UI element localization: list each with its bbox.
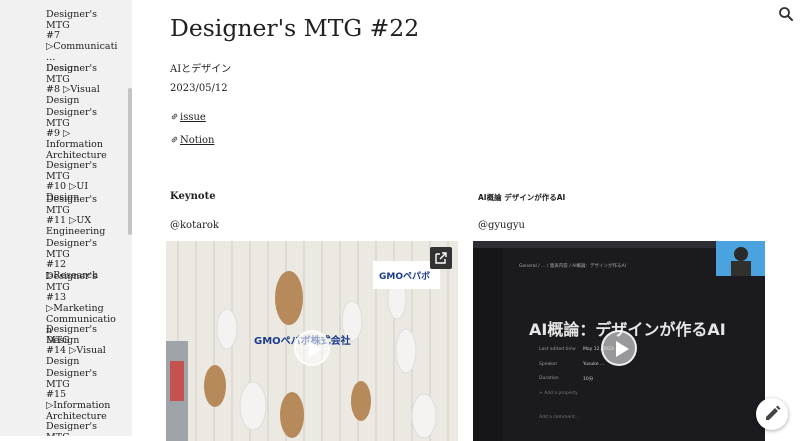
sidebar-item-mtg-8[interactable]: Designer's MTG #8 ▷Visual Design — [46, 63, 120, 107]
sidebar: Designer's MTG #7 ▷Communicati… Design D… — [0, 0, 132, 436]
page-subtitle: AIとデザイン — [170, 64, 232, 75]
page-title: Designer's MTG #22 — [170, 14, 420, 42]
play-icon[interactable] — [601, 330, 637, 366]
keynote-video[interactable]: GMOペパボ GMOペパボ株式会社 — [166, 241, 458, 441]
issue-link-row: issue — [170, 112, 206, 123]
gmo-logo: GMOペパボ — [379, 272, 430, 282]
sidebar-item-mtg-11[interactable]: Designer's MTG #11 ▷UX Engineering — [46, 194, 120, 238]
video-prop-value: Yusuke ... — [583, 362, 605, 367]
notion-link[interactable]: Notion — [180, 135, 214, 146]
video-breadcrumb: General / ... / 発表内容 / AI概論：デザインが作るAI — [519, 264, 626, 269]
ai-talk-heading: AI概論 デザインが作るAI — [478, 193, 566, 202]
sidebar-item-mtg-9[interactable]: Designer's MTG #9 ▷ Information Architec… — [46, 107, 120, 162]
sidebar-item-mtg-15[interactable]: Designer's MTG #15 ▷Information Architec… — [46, 368, 120, 423]
video-prop-label: Last edited time — [539, 347, 576, 352]
video-add-comment: Add a comment... — [539, 415, 580, 420]
search-icon[interactable] — [778, 6, 794, 22]
open-in-new-icon[interactable] — [430, 247, 452, 269]
play-icon[interactable] — [294, 330, 330, 366]
notion-link-row: Notion — [170, 135, 214, 146]
keynote-author: @kotarok — [170, 220, 219, 231]
video-add-property: + Add a property — [539, 391, 578, 396]
issue-link[interactable]: issue — [180, 112, 206, 123]
video-prop-value: 10分 — [583, 377, 594, 382]
ai-talk-author: @gyugyu — [478, 220, 525, 231]
sidebar-item-mtg-14[interactable]: Designer's MTG #14 ▷Visual Design — [46, 324, 120, 368]
page-date: 2023/05/12 — [170, 83, 228, 94]
keynote-heading: Keynote — [170, 191, 216, 202]
sidebar-item-mtg-16[interactable]: Designer's MTG — [46, 421, 120, 436]
video-prop-label: Speaker — [539, 362, 558, 367]
link-icon — [171, 136, 178, 143]
link-icon — [171, 113, 178, 120]
pencil-icon — [766, 405, 781, 420]
video-prop-label: Duration — [539, 376, 559, 381]
main-content: Designer's MTG #22 AIとデザイン 2023/05/12 is… — [132, 0, 800, 441]
ai-talk-video[interactable]: General / ... / 発表内容 / AI概論：デザインが作るAI AI… — [473, 241, 765, 441]
edit-button[interactable] — [756, 398, 788, 430]
